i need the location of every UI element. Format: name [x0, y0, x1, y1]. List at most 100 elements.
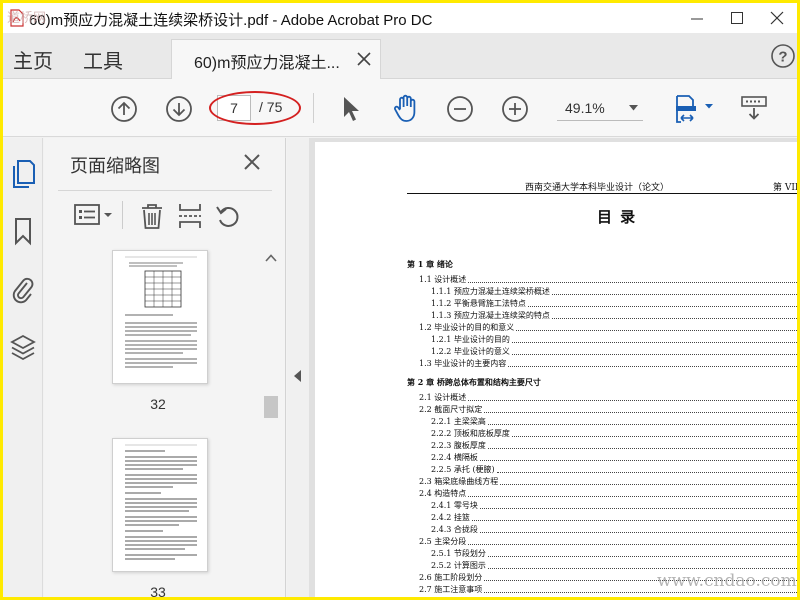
- red-annotation-ellipse: [209, 91, 301, 125]
- toc-entry[interactable]: 1.1.2 平衡悬臂施工法特点: [407, 298, 797, 310]
- tab-document[interactable]: 60)m预应力混凝土...: [171, 39, 381, 80]
- toc-entry[interactable]: 2.2 截面尺寸拟定: [407, 404, 797, 416]
- toc-chapter[interactable]: 第 1 章 绪论: [407, 258, 797, 270]
- toc-leader-dots: [528, 306, 797, 307]
- toc-leader-dots: [468, 544, 797, 545]
- toc-entry[interactable]: 1.2.2 毕业设计的意义: [407, 346, 797, 358]
- thumbnail-options-icon[interactable]: [74, 201, 114, 229]
- toc-leader-dots: [512, 436, 797, 437]
- close-window-button[interactable]: [757, 3, 797, 33]
- layers-icon[interactable]: [9, 332, 37, 362]
- page-thumbnail[interactable]: [112, 438, 208, 572]
- toc-leader-dots: [488, 448, 797, 449]
- zoom-level-select[interactable]: 49.1%: [557, 95, 643, 121]
- toc-entry[interactable]: 2.3 箱梁底缘曲线方程: [407, 476, 797, 488]
- toc-leader-dots: [497, 472, 797, 473]
- toc-entry-label: 第 1 章 绪论: [407, 258, 455, 270]
- minimize-button[interactable]: [677, 3, 717, 33]
- toolbar: 7 / 75 49.1%: [3, 79, 797, 137]
- toc-chapter[interactable]: 第 2 章 桥跨总体布置和结构主要尺寸: [407, 376, 797, 388]
- toc-entry[interactable]: 2.2.2 顶板和底板厚度: [407, 428, 797, 440]
- maximize-button[interactable]: [717, 3, 757, 33]
- toc-entry[interactable]: 1.1.3 预应力混凝土连续梁的特点: [407, 310, 797, 322]
- zoom-out-icon[interactable]: [446, 95, 474, 123]
- toc-entry-label: 2.4.2 挂篮: [431, 512, 472, 524]
- toc-leader-dots: [512, 354, 797, 355]
- title-bar: 60)m预应力混凝土连续梁桥设计.pdf - Adobe Acrobat Pro…: [3, 3, 797, 33]
- select-arrow-icon[interactable]: [341, 95, 361, 123]
- read-mode-icon[interactable]: [739, 93, 769, 123]
- toc-entry[interactable]: 2.4.1 零号块: [407, 500, 797, 512]
- toc-entry[interactable]: 1.3 毕业设计的主要内容: [407, 358, 797, 370]
- toc-leader-dots: [472, 520, 797, 521]
- tab-tools[interactable]: 工具: [83, 45, 123, 74]
- page-thumbnails-icon[interactable]: [9, 158, 37, 188]
- thumbnail-toolbar: [58, 190, 272, 240]
- document-view[interactable]: 西南交通大学本科毕业设计（论文） 第 VII 目 录 第 1 章 绪论 1.1 设…: [309, 138, 797, 597]
- close-tab-icon[interactable]: [356, 51, 372, 67]
- header-rule: [407, 193, 797, 194]
- toc-leader-dots: [468, 282, 797, 283]
- header-page-number: 第 VII: [773, 183, 797, 193]
- toc-entry-label: 2.6 施工阶段划分: [419, 572, 485, 584]
- toc-entry[interactable]: 2.4.2 挂篮: [407, 512, 797, 524]
- close-panel-icon[interactable]: [242, 152, 262, 172]
- scroll-up-icon[interactable]: [265, 254, 277, 262]
- toc-leader-dots: [480, 460, 797, 461]
- chevron-down-icon: [629, 105, 638, 111]
- toc-entry-label: 2.4.3 合拢段: [431, 524, 480, 536]
- toc-entry[interactable]: 1.1 设计概述: [407, 274, 797, 286]
- toc-entry[interactable]: 1.2 毕业设计的目的和意义: [407, 322, 797, 334]
- toc-leader-dots: [500, 484, 797, 485]
- attachments-icon[interactable]: [9, 274, 37, 304]
- toc-entry[interactable]: 2.1 设计概述: [407, 392, 797, 404]
- toc-leader-dots: [488, 424, 797, 425]
- delete-page-icon[interactable]: [138, 201, 166, 231]
- toc-entry-label: 2.5 主梁分段: [419, 536, 469, 548]
- chevron-left-icon: [294, 370, 301, 382]
- hand-tool-icon[interactable]: [391, 93, 421, 123]
- toc-entry-label: 1.1.1 预应力混凝土连续梁桥概述: [431, 286, 552, 298]
- toc-entry[interactable]: 2.2.1 主梁梁高: [407, 416, 797, 428]
- toc-entry-label: 2.2.4 横隔板: [431, 452, 480, 464]
- toolbar-divider: [122, 201, 123, 229]
- thumbnail-scrollbar[interactable]: [261, 246, 281, 597]
- toc-leader-dots: [468, 400, 797, 401]
- toc-entry-label: 2.3 箱梁底缘曲线方程: [419, 476, 501, 488]
- bookmarks-icon[interactable]: [9, 216, 37, 246]
- toc-entry[interactable]: 2.2.4 横隔板: [407, 452, 797, 464]
- thumbnail-panel: 页面缩略图 32 33: [44, 138, 286, 597]
- zoom-in-icon[interactable]: [501, 95, 529, 123]
- insert-page-icon[interactable]: [176, 201, 204, 231]
- next-page-icon[interactable]: [165, 95, 193, 123]
- page-thumbnail[interactable]: [112, 250, 208, 384]
- toc-entry-label: 2.5.1 节段划分: [431, 548, 488, 560]
- previous-page-icon[interactable]: [110, 95, 138, 123]
- page-thumbnail-preview: [125, 444, 197, 560]
- toolbar-divider: [313, 93, 314, 123]
- tab-home[interactable]: 主页: [13, 45, 53, 74]
- toc-entry[interactable]: 2.2.5 承托 (梗腋): [407, 464, 797, 476]
- header-university: 西南交通大学本科毕业设计（论文）: [525, 183, 670, 193]
- help-icon[interactable]: ?: [770, 43, 796, 69]
- window-title: 60)m预应力混凝土连续梁桥设计.pdf - Adobe Acrobat Pro…: [29, 12, 433, 29]
- watermark-bottom: www.cndao.com: [657, 571, 797, 591]
- toc-entry[interactable]: 2.5.1 节段划分: [407, 548, 797, 560]
- toc-entry[interactable]: 2.5 主梁分段: [407, 536, 797, 548]
- toc-leader-dots: [512, 342, 797, 343]
- toc-entry[interactable]: 1.2.1 毕业设计的目的: [407, 334, 797, 346]
- pdf-page: 西南交通大学本科毕业设计（论文） 第 VII 目 录 第 1 章 绪论 1.1 设…: [315, 142, 797, 597]
- toc-entry-label: 2.5.2 计算图示: [431, 560, 488, 572]
- toc-entry[interactable]: 2.2.3 腹板厚度: [407, 440, 797, 452]
- toc-entry[interactable]: 1.1.1 预应力混凝土连续梁桥概述: [407, 286, 797, 298]
- toc-entry[interactable]: 2.4.3 合拢段: [407, 524, 797, 536]
- rotate-page-icon[interactable]: [214, 201, 242, 231]
- scrollbar-thumb[interactable]: [264, 396, 278, 418]
- panel-title: 页面缩略图: [70, 156, 160, 176]
- toc-entry[interactable]: 2.4 构造特点: [407, 488, 797, 500]
- fit-page-icon[interactable]: [673, 92, 717, 126]
- panel-collapse-handle[interactable]: [287, 138, 309, 597]
- maximize-icon: [731, 12, 743, 24]
- toc-entry-label: 2.1 设计概述: [419, 392, 469, 404]
- acrobat-window: 60)m预应力混凝土连续梁桥设计.pdf - Adobe Acrobat Pro…: [3, 3, 797, 597]
